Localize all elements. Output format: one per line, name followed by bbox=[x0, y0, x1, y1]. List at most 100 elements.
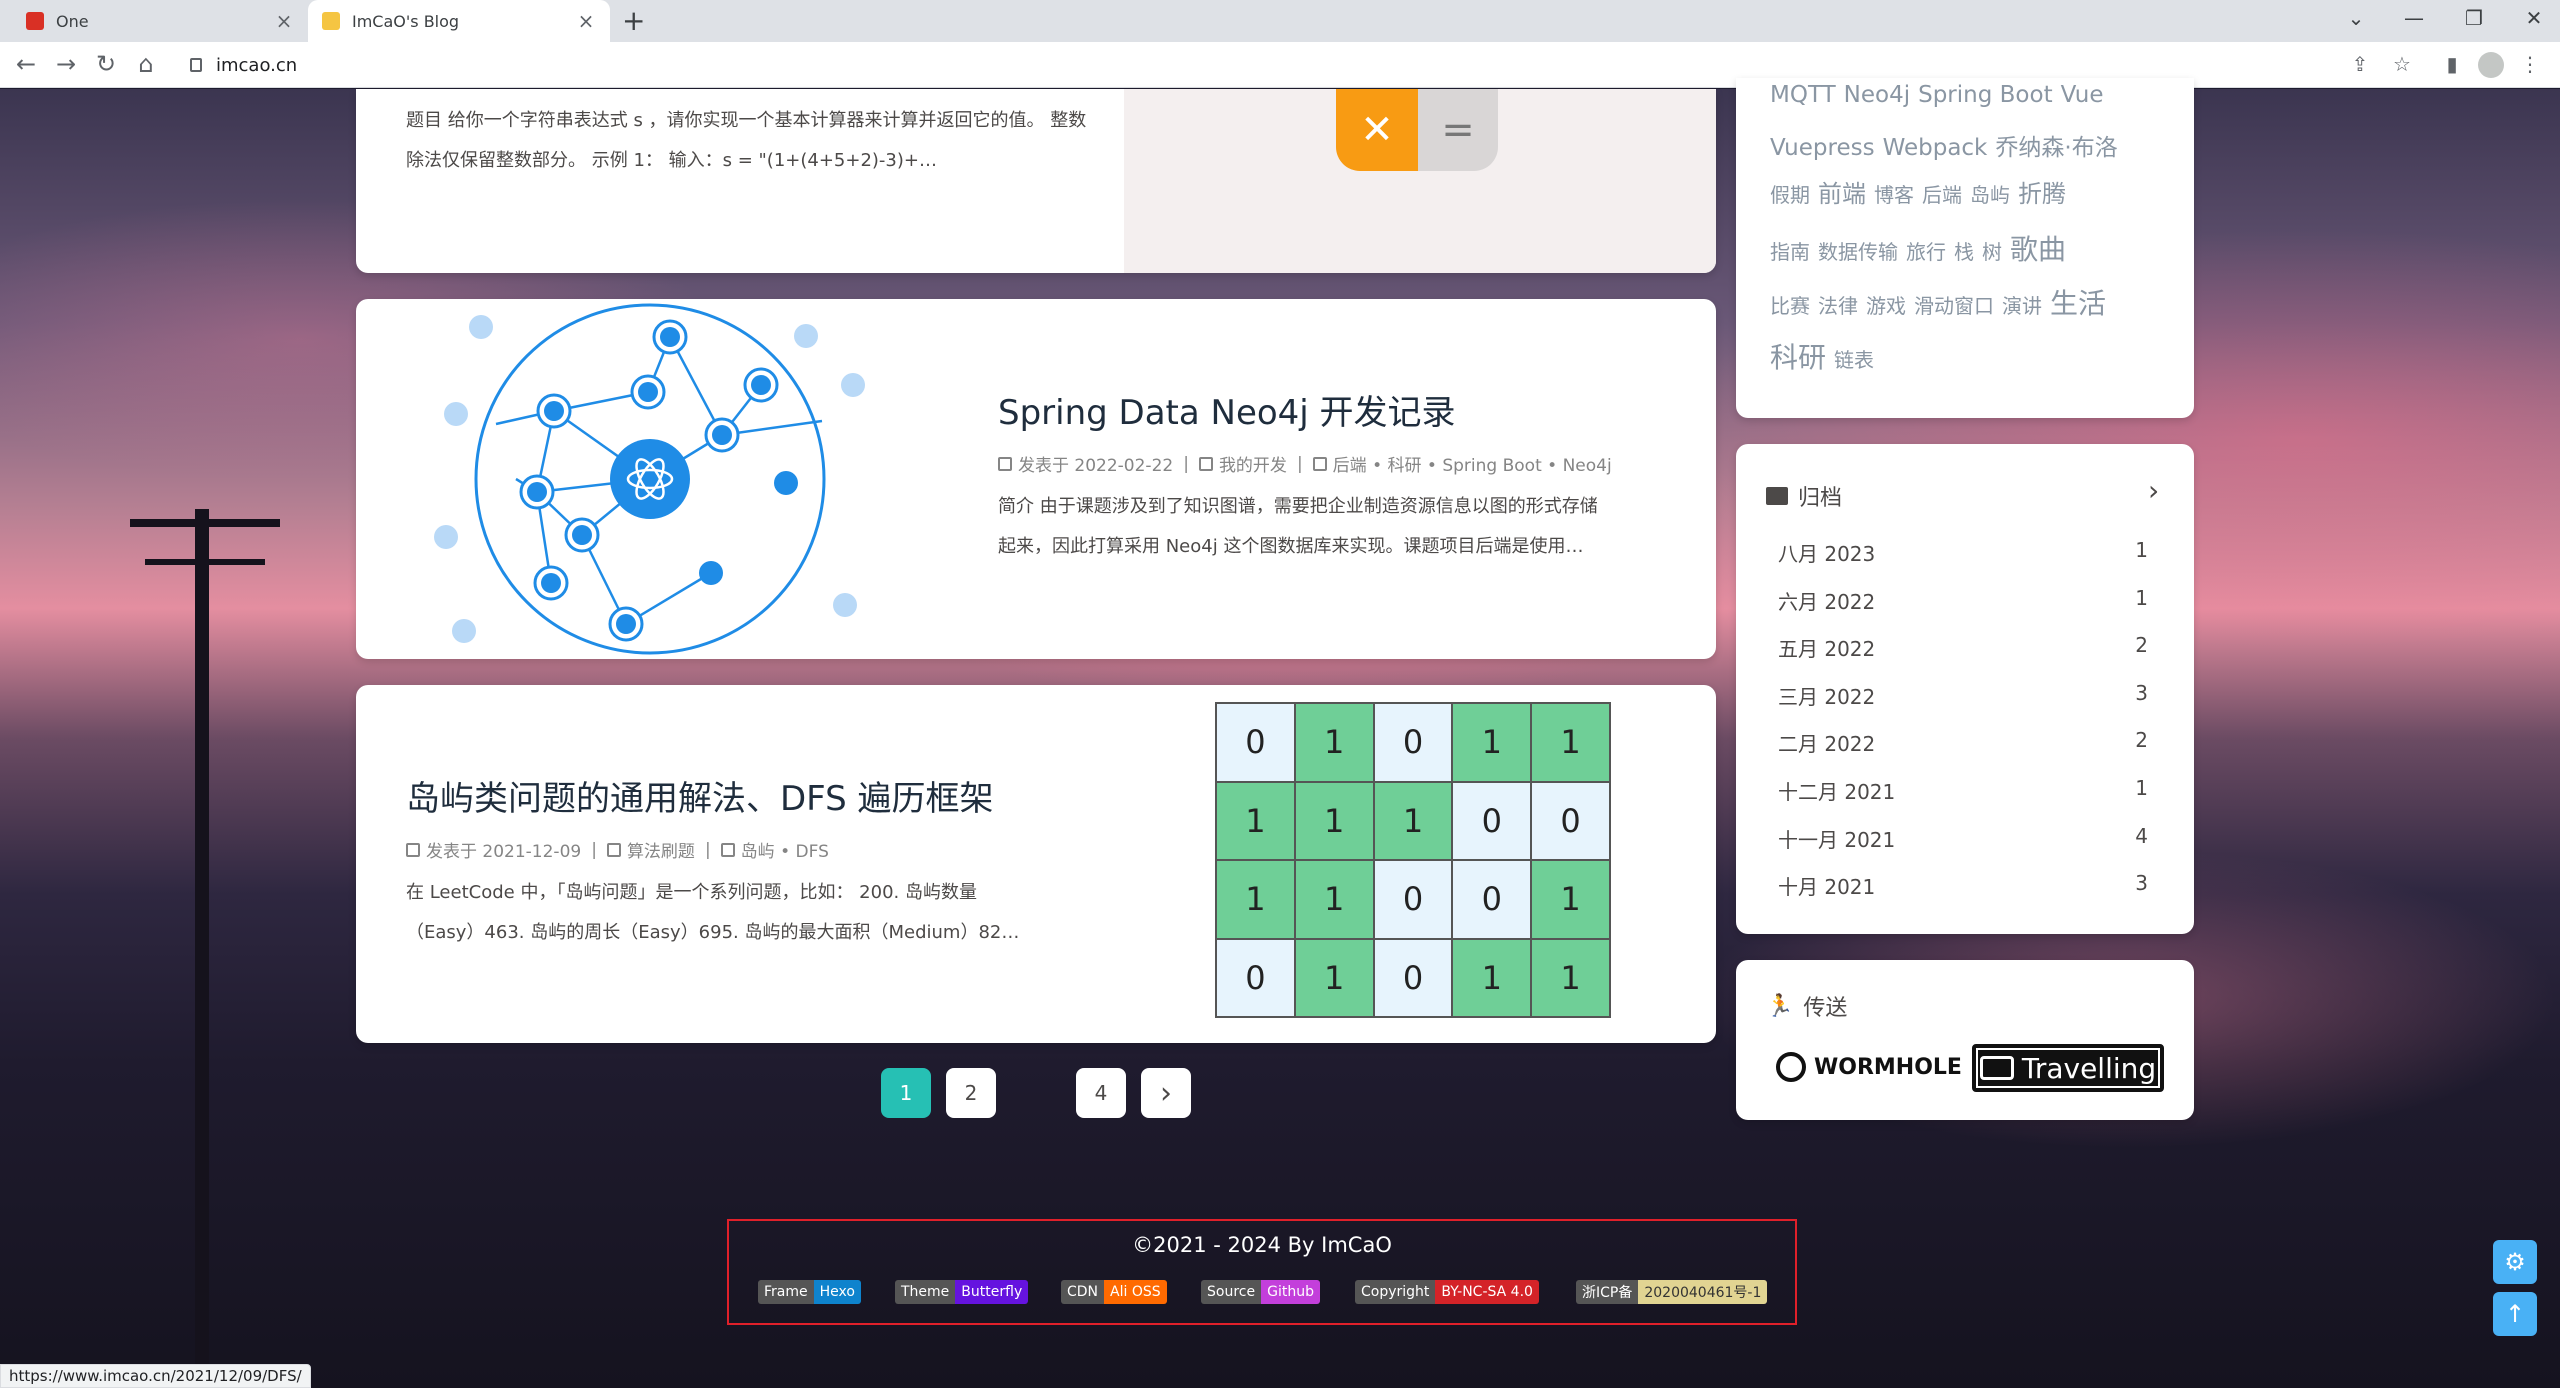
chevron-right-icon[interactable]: › bbox=[2148, 474, 2159, 507]
badge-label: CDN bbox=[1061, 1280, 1105, 1304]
tag-link[interactable]: 旅行 bbox=[1906, 236, 1946, 265]
tag-link[interactable]: 博客 bbox=[1874, 179, 1914, 208]
post-card[interactable]: 题目 给你一个字符串表达式 s ，请你实现一个基本计算器来计算并返回它的值。 整… bbox=[356, 89, 1716, 273]
menu-kebab-icon[interactable]: ⋮ bbox=[2514, 52, 2546, 76]
post-cover[interactable]: ✕ = bbox=[1124, 89, 1716, 273]
portal-card: 🏃 传送 WORMHOLE Travelling bbox=[1736, 960, 2194, 1120]
share-icon[interactable]: ⇪ bbox=[2344, 52, 2376, 76]
tag-link[interactable]: 前端 bbox=[1818, 174, 1866, 209]
next-page-button[interactable]: › bbox=[1141, 1068, 1191, 1118]
back-to-top-button[interactable]: ↑ bbox=[2493, 1292, 2537, 1336]
tag-icon bbox=[720, 842, 735, 857]
post-card[interactable]: Spring Data Neo4j 开发记录 发表于 2022-02-22 | … bbox=[356, 299, 1716, 659]
tag-link[interactable]: 科研 bbox=[1770, 336, 1826, 376]
grid-cell: 1 bbox=[1294, 860, 1374, 939]
profile-avatar[interactable] bbox=[2478, 52, 2504, 78]
tag-link[interactable]: Spring Boot bbox=[1918, 82, 2052, 108]
browser-tab-active[interactable]: ImCaO's Blog × bbox=[308, 0, 610, 42]
tag-link[interactable]: 岛屿 bbox=[1970, 179, 2010, 208]
tag-link[interactable]: Vue bbox=[2061, 82, 2104, 108]
footer-badge[interactable]: Theme Butterfly bbox=[895, 1280, 1029, 1304]
archive-count: 1 bbox=[2135, 585, 2148, 610]
tag-link[interactable]: Neo4j bbox=[1844, 82, 1910, 108]
tag-link[interactable]: 折腾 bbox=[2018, 174, 2066, 209]
footer-badge[interactable]: CDN Ali OSS bbox=[1061, 1280, 1167, 1304]
post-title[interactable]: Spring Data Neo4j 开发记录 bbox=[998, 385, 1456, 434]
tag-link[interactable]: Webpack bbox=[1883, 135, 1988, 161]
tag-link[interactable]: 比赛 bbox=[1770, 290, 1810, 319]
reload-icon[interactable]: ↻ bbox=[90, 50, 122, 78]
footer-badge[interactable]: 浙ICP备 2020040461号-1 bbox=[1576, 1280, 1768, 1304]
tag-link[interactable]: 数据传输 bbox=[1818, 236, 1898, 265]
archive-item[interactable]: 十二月 2021 1 bbox=[1778, 776, 2148, 805]
wormhole-label: WORMHOLE bbox=[1814, 1054, 1962, 1080]
archive-count: 1 bbox=[2135, 538, 2148, 562]
tag-link[interactable]: 树 bbox=[1982, 236, 2002, 265]
tag-link[interactable]: MQTT bbox=[1770, 82, 1836, 108]
travelling-link[interactable]: Travelling bbox=[1972, 1044, 2164, 1092]
post-excerpt: 在 LeetCode 中，「岛屿问题」是一个系列问题，比如： 200. 岛屿数量… bbox=[406, 873, 1106, 953]
archive-item[interactable]: 十月 2021 3 bbox=[1778, 871, 2148, 900]
new-tab-icon[interactable]: + bbox=[622, 4, 645, 37]
archive-header[interactable]: 归档 bbox=[1766, 480, 1842, 512]
tag-link[interactable]: 生活 bbox=[2050, 282, 2106, 322]
tag-link[interactable]: Vuepress bbox=[1770, 135, 1875, 161]
tag-link[interactable]: 歌曲 bbox=[2010, 228, 2066, 268]
tag-link[interactable]: 游戏 bbox=[1866, 290, 1906, 319]
restore-icon[interactable]: ❐ bbox=[2454, 6, 2494, 30]
post-category[interactable]: 我的开发 bbox=[1219, 451, 1287, 476]
post-cover-neo4j-graph[interactable] bbox=[356, 299, 916, 659]
tag-link[interactable]: 链表 bbox=[1834, 344, 1874, 373]
tab-title: ImCaO's Blog bbox=[352, 11, 460, 31]
grid-cell: 1 bbox=[1294, 781, 1374, 860]
minimize-icon[interactable]: — bbox=[2394, 6, 2434, 30]
tab-title: One bbox=[56, 11, 89, 31]
page-button-4[interactable]: 4 bbox=[1076, 1068, 1126, 1118]
page-button-2[interactable]: 2 bbox=[946, 1068, 996, 1118]
settings-gear-button[interactable]: ⚙ bbox=[2493, 1240, 2537, 1284]
post-meta: 发表于 2022-02-22 | 我的开发 | 后端 • 科研 • Spring… bbox=[998, 451, 1612, 476]
grid-cell: 0 bbox=[1373, 860, 1453, 939]
post-title[interactable]: 岛屿类问题的通用解法、DFS 遍历框架 bbox=[406, 771, 994, 820]
grid-cell: 0 bbox=[1216, 703, 1295, 782]
archive-item[interactable]: 八月 2023 1 bbox=[1778, 538, 2148, 567]
tag-link[interactable]: 滑动窗口 bbox=[1914, 290, 1994, 319]
tag-link[interactable]: 后端 bbox=[1922, 179, 1962, 208]
archive-item[interactable]: 六月 2022 1 bbox=[1778, 586, 2148, 615]
post-tags[interactable]: 后端 • 科研 • Spring Boot • Neo4j bbox=[1333, 451, 1612, 476]
grid-cell: 0 bbox=[1531, 781, 1610, 860]
badge-label: 浙ICP备 bbox=[1576, 1280, 1639, 1304]
tag-link[interactable]: 假期 bbox=[1770, 179, 1810, 208]
footer-copyright: ©2021 - 2024 By ImCaO bbox=[1132, 1233, 1392, 1257]
archive-item[interactable]: 二月 2022 2 bbox=[1778, 728, 2148, 757]
forward-icon[interactable]: → bbox=[50, 50, 82, 78]
tag-link[interactable]: 栈 bbox=[1954, 236, 1974, 265]
archive-item[interactable]: 三月 2022 3 bbox=[1778, 681, 2148, 710]
tag-link[interactable]: 演讲 bbox=[2002, 290, 2042, 319]
post-category[interactable]: 算法刷题 bbox=[627, 837, 695, 862]
footer-badge[interactable]: Source Github bbox=[1201, 1280, 1320, 1304]
tag-link[interactable]: 乔纳森·布洛 bbox=[1995, 128, 2117, 162]
back-icon[interactable]: ← bbox=[10, 50, 42, 78]
close-icon[interactable]: × bbox=[274, 9, 294, 33]
post-cover-island-grid[interactable]: 01011111001100101011 bbox=[1215, 702, 1611, 1018]
side-panel-icon[interactable]: ▮ bbox=[2436, 52, 2468, 76]
archive-item[interactable]: 五月 2022 2 bbox=[1778, 633, 2148, 662]
bookmark-star-icon[interactable]: ☆ bbox=[2386, 52, 2418, 76]
window-close-icon[interactable]: ✕ bbox=[2514, 6, 2554, 30]
footer-badge[interactable]: Copyright BY-NC-SA 4.0 bbox=[1355, 1280, 1539, 1304]
archive-item[interactable]: 十一月 2021 4 bbox=[1778, 824, 2148, 853]
page-button-1[interactable]: 1 bbox=[881, 1068, 931, 1118]
footer-badge[interactable]: Frame Hexo bbox=[758, 1280, 861, 1304]
browser-tab[interactable]: One × bbox=[12, 0, 308, 42]
grid-cell: 1 bbox=[1531, 703, 1610, 782]
close-icon[interactable]: × bbox=[576, 9, 596, 33]
home-icon[interactable]: ⌂ bbox=[130, 50, 162, 78]
tag-link[interactable]: 指南 bbox=[1770, 236, 1810, 265]
tab-search-icon[interactable]: ⌄ bbox=[2336, 6, 2376, 30]
url-input[interactable]: imcao.cn bbox=[176, 48, 2316, 82]
tag-link[interactable]: 法律 bbox=[1818, 290, 1858, 319]
wormhole-link[interactable]: WORMHOLE bbox=[1776, 1052, 1962, 1082]
post-tags[interactable]: 岛屿 • DFS bbox=[741, 837, 829, 862]
grid-cell: 0 bbox=[1452, 860, 1532, 939]
